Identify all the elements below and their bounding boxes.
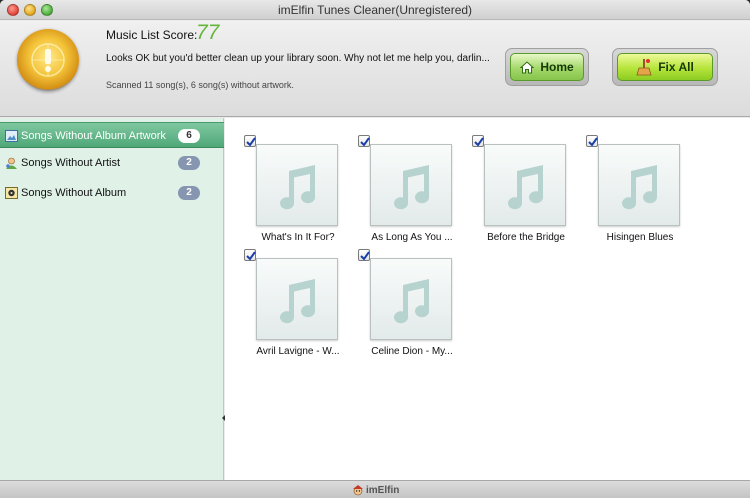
- album-art-placeholder: [484, 144, 566, 226]
- music-note-icon: [394, 165, 430, 210]
- count-badge: 2: [178, 156, 200, 170]
- fix-all-button[interactable]: Fix All: [617, 53, 713, 81]
- artist-icon: [6, 157, 17, 169]
- song-tile[interactable]: As Long As You ...: [354, 131, 474, 243]
- home-button[interactable]: Home: [510, 53, 584, 81]
- footer-brand-label: imElfin: [366, 484, 400, 496]
- score-value: 77: [196, 21, 220, 44]
- fix-all-button-frame: Fix All: [612, 48, 718, 86]
- window-title: imElfin Tunes Cleaner(Unregistered): [277, 3, 473, 17]
- count-badge: 6: [178, 129, 200, 143]
- footer-brand: imElfin: [352, 484, 399, 496]
- home-button-label: Home: [540, 60, 574, 74]
- broom-icon: [636, 59, 652, 76]
- album-icon: [5, 187, 18, 199]
- song-checkbox[interactable]: [358, 135, 370, 147]
- score-label: Music List Score:: [106, 28, 198, 42]
- song-tile[interactable]: What's In It For?: [240, 131, 360, 243]
- song-title: Hisingen Blues: [606, 232, 674, 243]
- app-window: imElfin Tunes Cleaner(Unregistered) Musi…: [0, 0, 750, 498]
- sidebar-item-label: Songs Without Artist: [21, 157, 121, 169]
- home-icon: [520, 60, 535, 73]
- status-message: Looks OK but you'd better clean up your …: [106, 53, 490, 64]
- sidebar-item-without-artwork[interactable]: Songs Without Album Artwork 6: [0, 122, 224, 148]
- elfin-logo-icon: [353, 485, 363, 496]
- song-title: What's In It For?: [261, 232, 335, 243]
- song-tile[interactable]: Hisingen Blues: [582, 131, 702, 243]
- title-bar: imElfin Tunes Cleaner(Unregistered): [0, 0, 750, 20]
- music-note-icon: [394, 279, 430, 324]
- count-badge: 2: [178, 186, 200, 200]
- song-checkbox[interactable]: [472, 135, 484, 147]
- header-panel: Music List Score: 77 Looks OK but you'd …: [0, 21, 750, 117]
- song-title: Avril Lavigne - W...: [256, 346, 340, 357]
- music-note-icon: [280, 279, 316, 324]
- album-art-placeholder: [256, 258, 338, 340]
- footer-bar: imElfin: [0, 480, 750, 498]
- song-title: As Long As You ...: [371, 232, 453, 243]
- sidebar-item-label: Songs Without Album Artwork: [21, 130, 166, 142]
- song-grid: What's In It For? As Long As You ... Bef…: [225, 118, 750, 480]
- song-checkbox[interactable]: [244, 135, 256, 147]
- song-checkbox[interactable]: [586, 135, 598, 147]
- music-note-icon: [280, 165, 316, 210]
- scan-summary: Scanned 11 song(s), 6 song(s) without ar…: [106, 80, 294, 90]
- artwork-icon: [5, 130, 18, 142]
- album-art-placeholder: [256, 144, 338, 226]
- song-tile[interactable]: Avril Lavigne - W...: [240, 245, 360, 357]
- category-sidebar: Songs Without Album Artwork 6 Songs With…: [0, 118, 225, 480]
- song-title: Celine Dion - My...: [371, 346, 453, 357]
- song-tile[interactable]: Celine Dion - My...: [354, 245, 474, 357]
- song-checkbox[interactable]: [244, 249, 256, 261]
- song-tile[interactable]: Before the Bridge: [468, 131, 588, 243]
- song-checkbox[interactable]: [358, 249, 370, 261]
- music-note-icon: [622, 165, 658, 210]
- sidebar-item-without-album[interactable]: Songs Without Album 2: [0, 180, 224, 206]
- warning-badge-icon: [17, 29, 79, 91]
- album-art-placeholder: [598, 144, 680, 226]
- song-title: Before the Bridge: [487, 232, 565, 243]
- home-button-frame: Home: [505, 48, 589, 86]
- album-art-placeholder: [370, 258, 452, 340]
- album-art-placeholder: [370, 144, 452, 226]
- sidebar-item-label: Songs Without Album: [21, 187, 127, 199]
- fix-all-button-label: Fix All: [658, 60, 694, 74]
- music-note-icon: [508, 165, 544, 210]
- sidebar-item-without-artist[interactable]: Songs Without Artist 2: [0, 150, 224, 176]
